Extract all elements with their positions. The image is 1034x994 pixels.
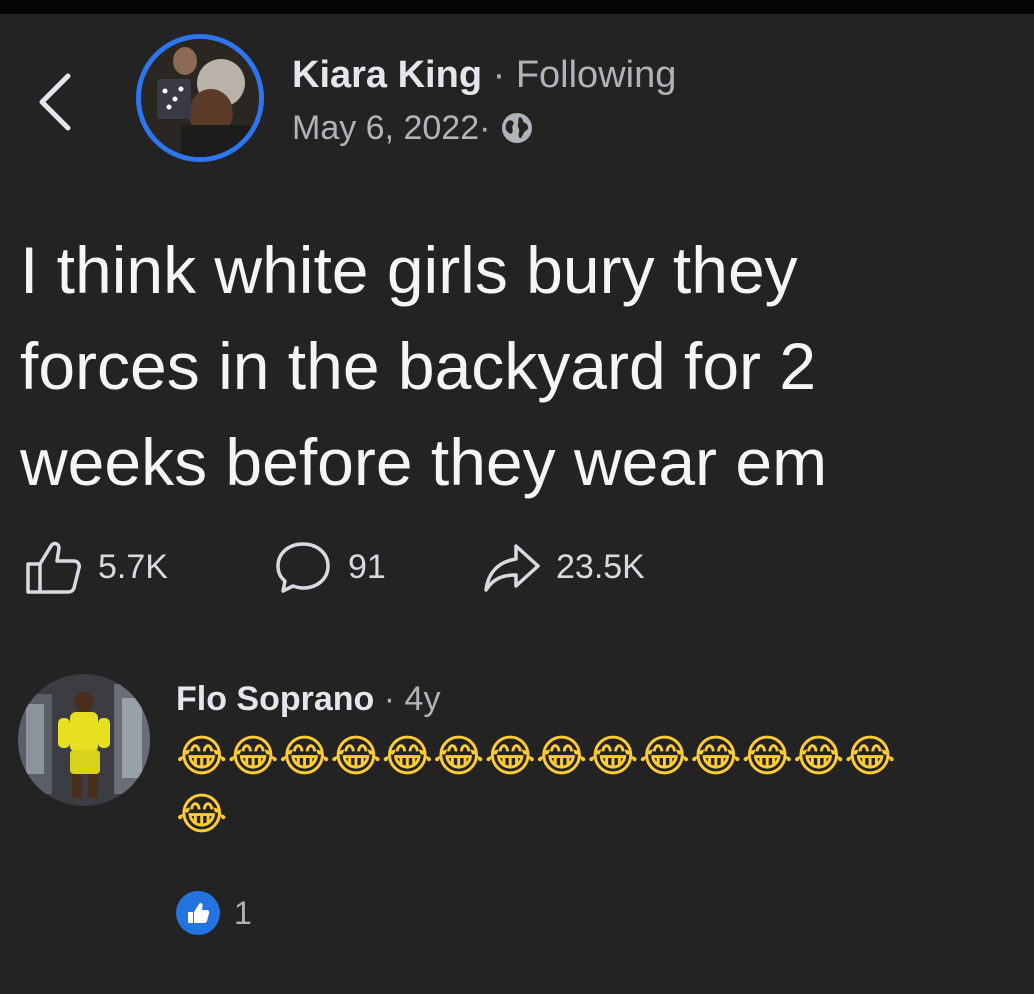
comment-bubble-icon bbox=[276, 542, 330, 593]
comment-time: 4y bbox=[404, 680, 441, 718]
comment-button[interactable]: 91 bbox=[270, 532, 386, 602]
date-separator: · bbox=[479, 109, 491, 147]
reaction-count: 1 bbox=[234, 894, 252, 931]
post-meta: May 6, 2022 · bbox=[292, 104, 534, 152]
status-bar-strip bbox=[0, 0, 1034, 14]
comment-reaction[interactable]: 1 bbox=[176, 888, 252, 938]
chevron-left-icon bbox=[39, 73, 71, 131]
post-date: May 6, 2022 bbox=[292, 109, 480, 147]
comment-text-line-2: 😂 bbox=[176, 790, 228, 839]
like-reaction-icon bbox=[176, 891, 220, 935]
back-button[interactable] bbox=[30, 62, 82, 142]
commenter-photo bbox=[18, 674, 150, 806]
comment-separator: · bbox=[374, 680, 405, 718]
like-button[interactable]: 5.7K bbox=[20, 532, 168, 602]
like-count: 5.7K bbox=[98, 547, 168, 586]
comment-text-line-1: 😂😂😂😂😂😂😂😂😂😂😂😂😂😂 bbox=[176, 732, 896, 781]
share-button[interactable]: 23.5K bbox=[478, 532, 645, 602]
author-avatar[interactable] bbox=[136, 34, 264, 162]
comment-header: Flo Soprano · 4y bbox=[176, 676, 440, 722]
commenter-avatar[interactable] bbox=[18, 674, 150, 806]
thumbs-up-icon bbox=[26, 541, 81, 594]
post-screen: Kiara King · Following May 6, 2022 · I t… bbox=[0, 0, 1034, 994]
follow-status[interactable]: Following bbox=[516, 54, 677, 96]
author-name[interactable]: Kiara King bbox=[292, 54, 482, 96]
comment-text: 😂😂😂😂😂😂😂😂😂😂😂😂😂😂 😂 bbox=[176, 728, 1034, 844]
share-arrow-icon bbox=[484, 544, 540, 592]
post-header: Kiara King · Following bbox=[292, 50, 676, 100]
post-text: I think white girls bury they forces in … bbox=[20, 233, 828, 499]
header-separator: · bbox=[482, 54, 516, 96]
commenter-name[interactable]: Flo Soprano bbox=[176, 680, 374, 718]
share-count: 23.5K bbox=[556, 547, 645, 586]
comment-count: 91 bbox=[348, 547, 386, 586]
globe-icon bbox=[500, 111, 534, 145]
author-photo bbox=[141, 39, 259, 157]
